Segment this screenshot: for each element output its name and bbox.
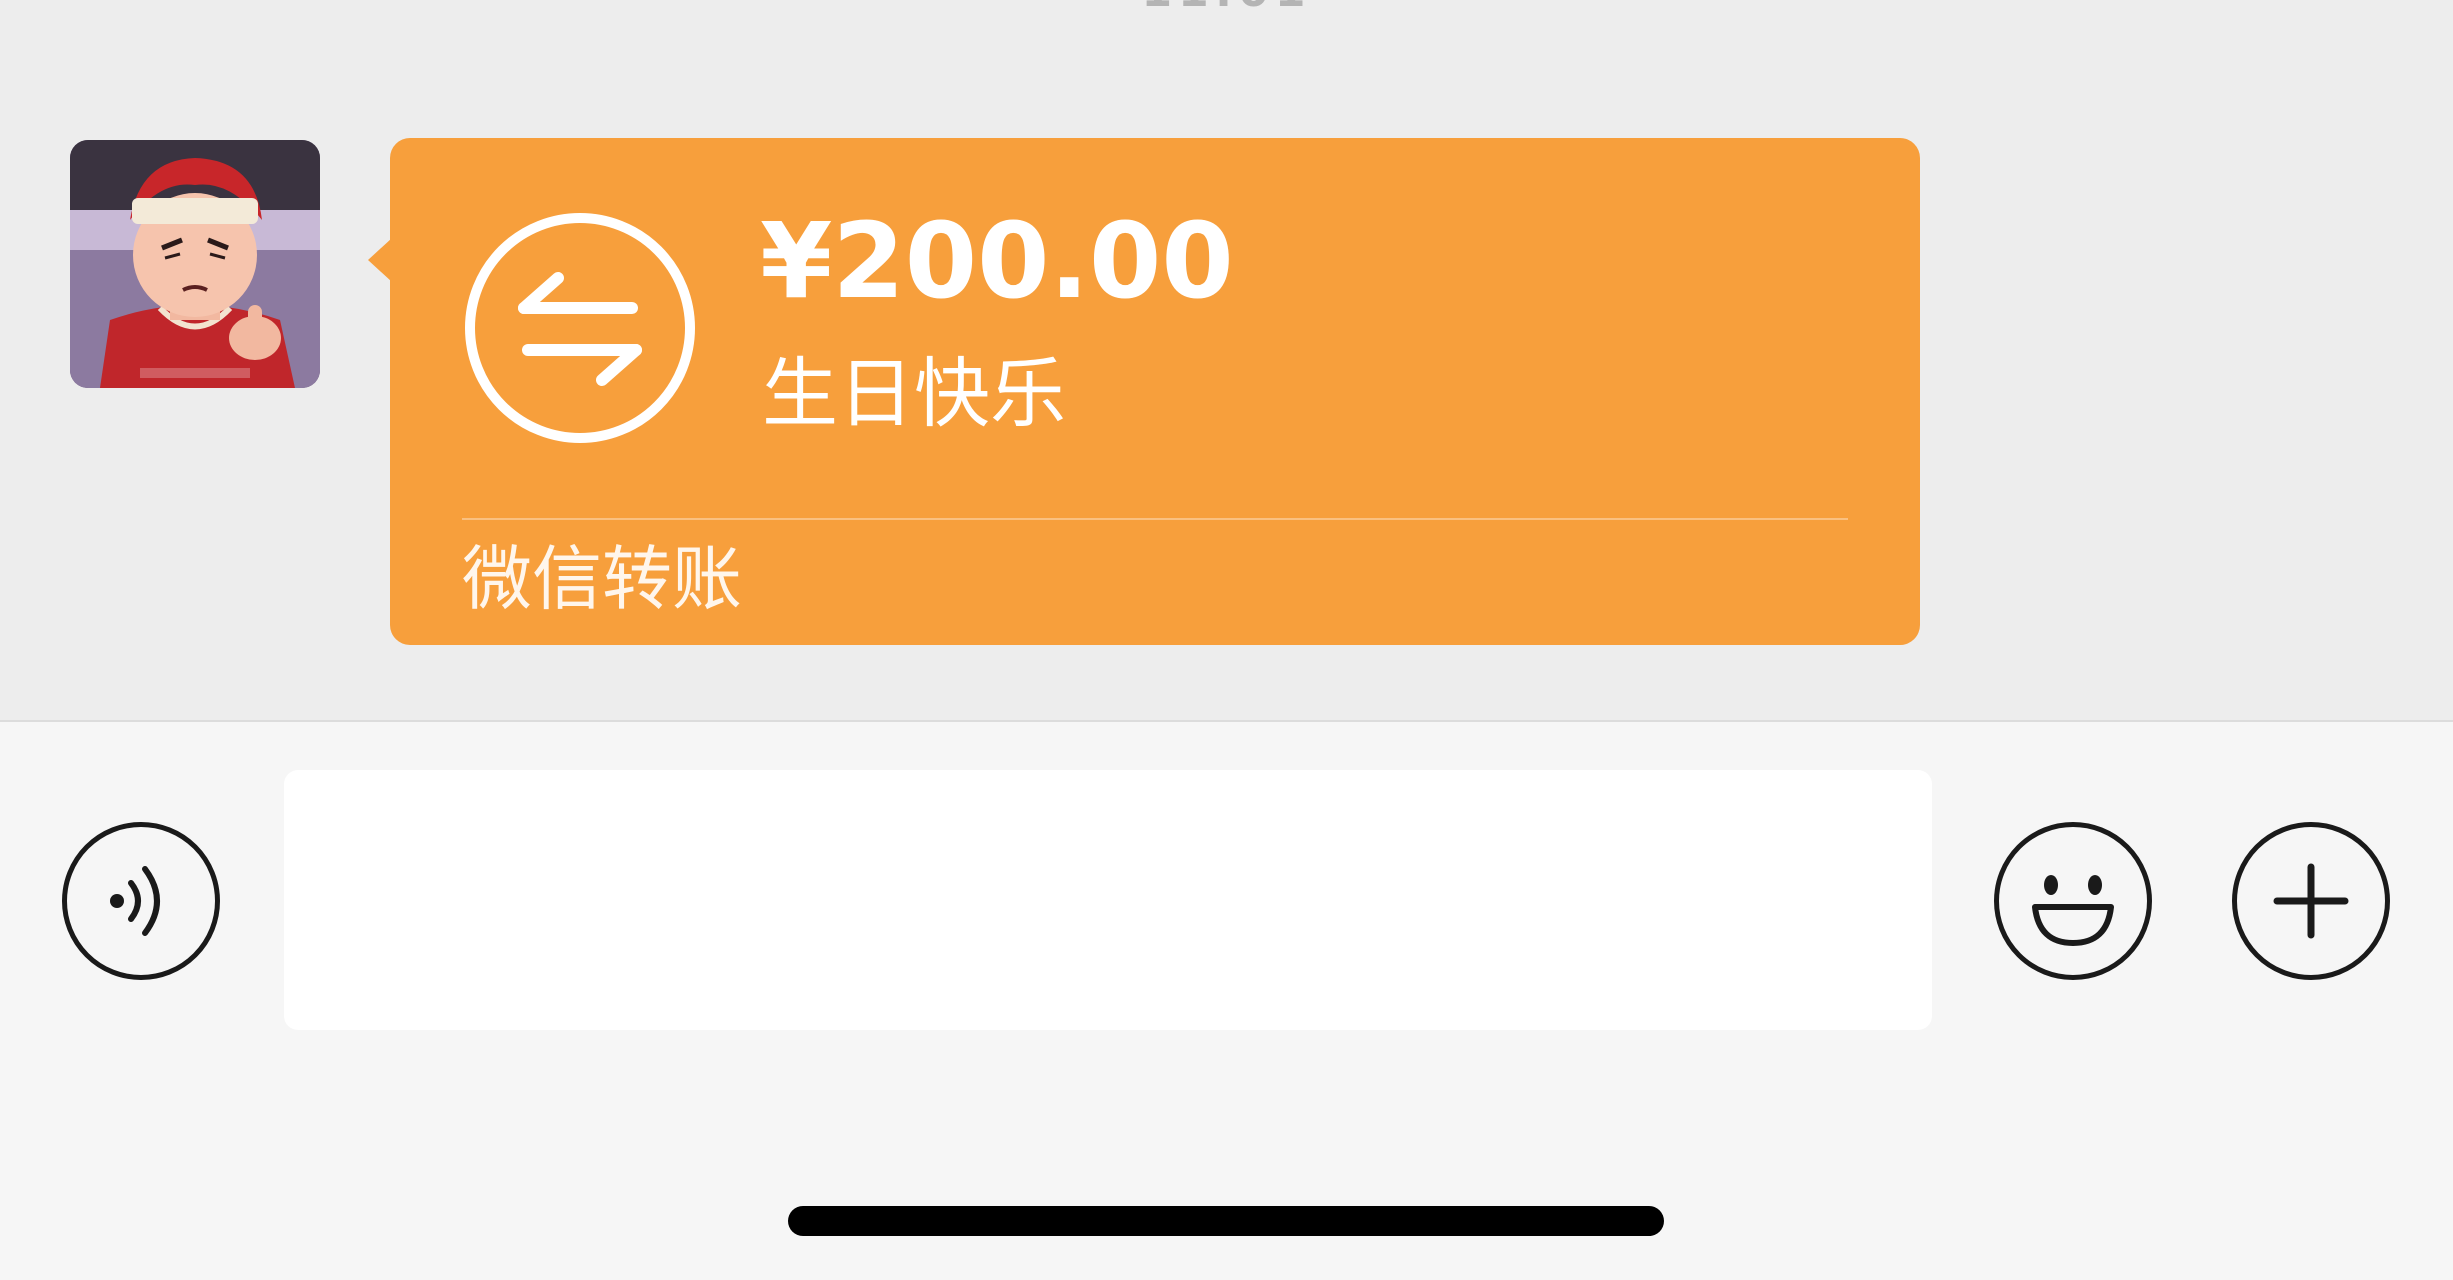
transfer-amount: ¥200.00 [760,200,1234,322]
emoji-button[interactable] [1994,822,2152,980]
plus-icon [2273,863,2349,939]
contact-avatar[interactable] [70,140,320,388]
transfer-message-bubble[interactable]: ¥200.00 生日快乐 微信转账 [368,138,1920,645]
voice-icon [110,866,160,936]
bubble-tail [368,238,392,282]
message-timestamp: 11:01 [0,0,2453,17]
bubble-divider [462,518,1848,520]
avatar-anime-basketball-player-icon [70,140,320,388]
chat-screen: 11:01 [0,0,2453,1280]
message-list[interactable]: 11:01 [0,0,2453,720]
more-actions-button[interactable] [2232,822,2390,980]
transfer-arrows-icon [462,210,698,446]
transfer-footer-label: 微信转账 [462,538,742,620]
emoji-icon [2032,875,2114,946]
transfer-note: 生日快乐 [762,349,1066,438]
chat-input-bar [0,720,2453,1280]
home-indicator[interactable] [788,1206,1664,1236]
voice-input-button[interactable] [62,822,220,980]
message-input[interactable] [284,770,1932,1030]
